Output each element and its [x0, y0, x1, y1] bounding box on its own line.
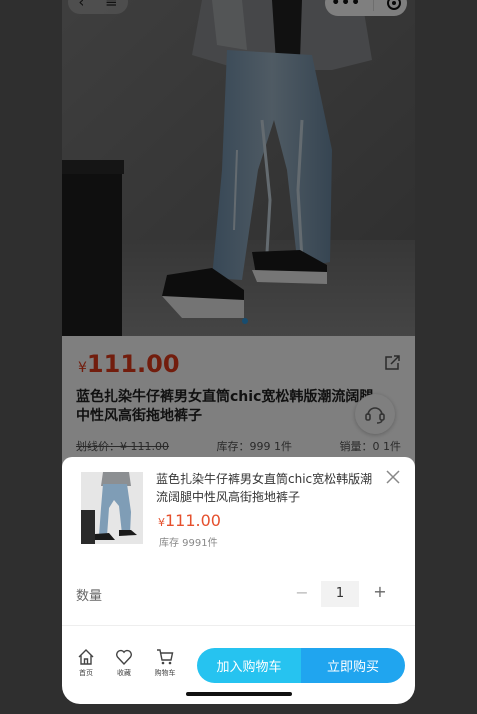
cart-icon: [157, 649, 174, 665]
quantity-minus-button[interactable]: −: [294, 583, 310, 602]
close-icon[interactable]: [385, 469, 401, 485]
nav-favorite[interactable]: 收藏: [109, 648, 139, 678]
divider: [62, 625, 415, 626]
heart-icon: [116, 649, 132, 666]
add-to-cart-button[interactable]: 加入购物车: [197, 648, 301, 683]
sheet-price-currency: ¥: [158, 516, 165, 529]
nav-cart-label: 购物车: [154, 669, 176, 677]
sheet-product-title: 蓝色扎染牛仔裤男女直筒chic宽松韩版潮流阔腿中性风高街拖地裤子: [156, 472, 373, 504]
sheet-thumbnail: [81, 472, 143, 544]
nav-favorite-label: 收藏: [117, 669, 131, 677]
buy-now-button[interactable]: 立即购买: [301, 648, 405, 683]
home-indicator: [186, 692, 292, 696]
nav-home[interactable]: 首页: [71, 648, 101, 678]
nav-cart[interactable]: 购物车: [150, 648, 180, 678]
phone-screen: ‹ ≡ ••• ¥111.00 蓝色扎染牛仔裤男女直筒chic宽松韩版潮流阔腿中…: [62, 0, 415, 704]
quantity-plus-button[interactable]: +: [372, 582, 388, 601]
sheet-price: ¥111.00: [158, 511, 221, 530]
quantity-label: 数量: [76, 589, 103, 604]
nav-home-label: 首页: [79, 669, 93, 677]
home-icon: [78, 649, 94, 665]
quantity-input[interactable]: 1: [321, 581, 359, 607]
sheet-stock: 库存 9991件: [159, 538, 218, 549]
spec-sheet: 蓝色扎染牛仔裤男女直筒chic宽松韩版潮流阔腿中性风高街拖地裤子 ¥111.00…: [62, 457, 415, 704]
sheet-price-value: 111.00: [165, 511, 221, 530]
bottom-action-bar: 首页 收藏 购物车 加入购物车 立即购买: [62, 642, 415, 683]
